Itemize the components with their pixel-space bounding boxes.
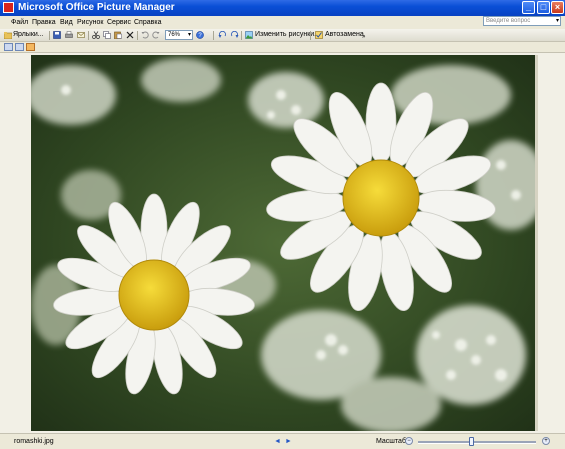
status-bar: romashki.jpg ◄ ► Масштаб: − + [0, 433, 565, 449]
picture-manager-window: Microsoft Office Picture Manager _ □ × Ф… [0, 0, 565, 449]
vertical-scrollbar[interactable] [535, 55, 538, 431]
toolbar-separator [241, 31, 242, 40]
filmstrip-view-button[interactable] [15, 43, 24, 51]
toolbar-separator [213, 31, 214, 40]
paste-icon[interactable] [114, 31, 122, 39]
zoom-out-icon[interactable]: − [405, 437, 413, 445]
thumbnail-view-button[interactable] [4, 43, 13, 51]
undo-icon[interactable] [141, 31, 149, 39]
autocorrect-button[interactable]: Автозамена [325, 30, 364, 40]
toolbar-separator [49, 31, 50, 40]
rotate-left-icon[interactable] [218, 31, 227, 39]
redo-icon[interactable] [152, 31, 160, 39]
minimize-button[interactable]: _ [522, 1, 535, 14]
menu-file[interactable]: Файл [11, 17, 28, 28]
shortcuts-button[interactable]: Ярлыки... [13, 30, 44, 40]
menu-view[interactable]: Вид [60, 17, 73, 28]
toolbar-separator [88, 31, 89, 40]
zoom-level-combo[interactable]: 76% ▾ [165, 30, 193, 40]
email-icon[interactable] [77, 31, 85, 39]
edit-picture-icon[interactable] [245, 31, 253, 39]
menu-tools[interactable]: Сервис [107, 17, 131, 28]
title-bar: Microsoft Office Picture Manager _ □ × [0, 0, 565, 16]
save-icon[interactable] [53, 31, 61, 39]
app-icon [3, 2, 14, 13]
toolbar-separator [137, 31, 138, 40]
toolbar-options-chevron-icon[interactable]: » [362, 32, 365, 42]
photo-image [31, 55, 535, 431]
autocorrect-icon[interactable] [315, 31, 323, 39]
menu-bar: Файл Правка Вид Рисунок Сервис Справка [0, 16, 565, 29]
menu-picture[interactable]: Рисунок [77, 17, 103, 28]
current-filename: romashki.jpg [14, 438, 54, 445]
zoom-slider-track[interactable] [418, 441, 536, 444]
cut-icon[interactable] [92, 31, 100, 39]
single-picture-view-button[interactable] [26, 43, 35, 51]
copy-icon[interactable] [103, 31, 111, 39]
rotate-right-icon[interactable] [230, 31, 239, 39]
help-icon[interactable]: ? [196, 31, 204, 39]
zoom-in-icon[interactable]: + [542, 437, 550, 445]
chevron-down-icon[interactable]: ▾ [188, 31, 191, 39]
next-picture-icon[interactable]: ► [285, 437, 292, 447]
zoom-slider-thumb[interactable] [469, 437, 475, 446]
window-title: Microsoft Office Picture Manager [18, 2, 175, 13]
help-search-input[interactable]: Введите вопрос ▾ [483, 16, 561, 26]
picture-viewing-area [0, 53, 565, 433]
delete-icon[interactable] [126, 31, 134, 39]
close-button[interactable]: × [551, 1, 564, 14]
daisies-photo[interactable] [31, 55, 535, 431]
zoom-level-value: 76% [168, 32, 181, 38]
previous-picture-icon[interactable]: ◄ [274, 437, 281, 447]
help-search-placeholder: Введите вопрос [486, 18, 531, 24]
print-icon[interactable] [65, 31, 73, 39]
menu-edit[interactable]: Правка [32, 17, 56, 28]
zoom-label: Масштаб: [376, 438, 408, 445]
menu-help[interactable]: Справка [134, 17, 161, 28]
view-switcher-bar [0, 42, 565, 53]
maximize-button[interactable]: □ [537, 1, 550, 14]
chevron-down-icon[interactable]: ▾ [556, 17, 559, 25]
folder-shortcuts-icon[interactable] [4, 31, 12, 39]
toolbar-separator [310, 31, 311, 40]
